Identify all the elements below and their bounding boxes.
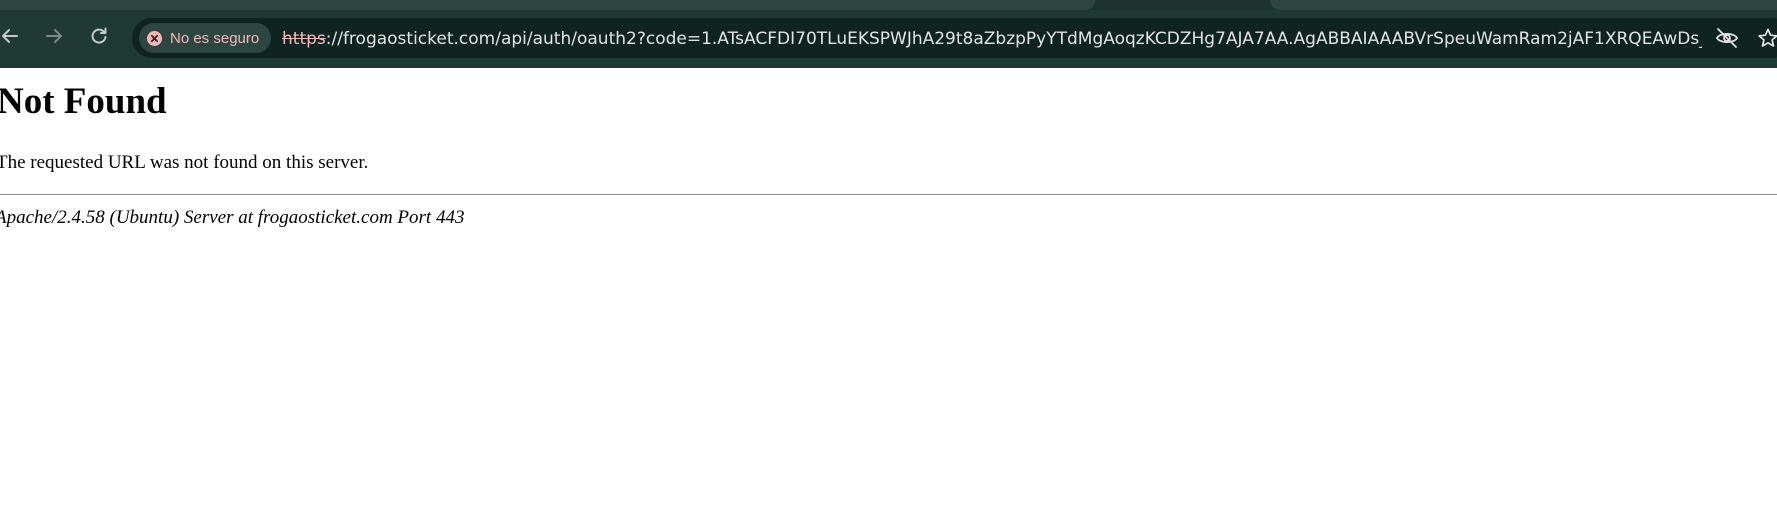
url-text[interactable]: https://frogaosticket.com/api/auth/oauth… [282, 27, 1702, 51]
bookmark-button[interactable] [1755, 25, 1777, 51]
reload-icon [91, 27, 107, 44]
star-icon [1758, 28, 1777, 47]
arrow-right-icon [46, 29, 62, 43]
eye-off-icon [1715, 28, 1739, 48]
arrow-left-icon [2, 29, 18, 43]
tab-strip[interactable] [0, 0, 1095, 10]
tab-strip[interactable] [1270, 0, 1777, 10]
security-chip[interactable]: No es seguro [139, 23, 272, 53]
close-circle-icon [147, 30, 162, 46]
error-message: The requested URL was not found on this … [0, 152, 369, 173]
page-content: Not Found The requested URL was not foun… [0, 68, 1777, 522]
forward-button[interactable] [36, 18, 72, 54]
security-chip-label: No es seguro [170, 29, 260, 47]
server-signature: Apache/2.4.58 (Ubuntu) Server at frogaos… [0, 207, 465, 228]
divider [0, 194, 1777, 195]
reload-button[interactable] [81, 18, 117, 54]
url-rest: ://frogaosticket.com/api/auth/oauth2?cod… [325, 29, 1702, 49]
tracking-protection-button[interactable] [1714, 25, 1740, 51]
url-scheme: https [282, 29, 326, 49]
browser-chrome: No es seguro https://frogaosticket.com/a… [0, 0, 1777, 68]
page-title: Not Found [0, 81, 167, 122]
